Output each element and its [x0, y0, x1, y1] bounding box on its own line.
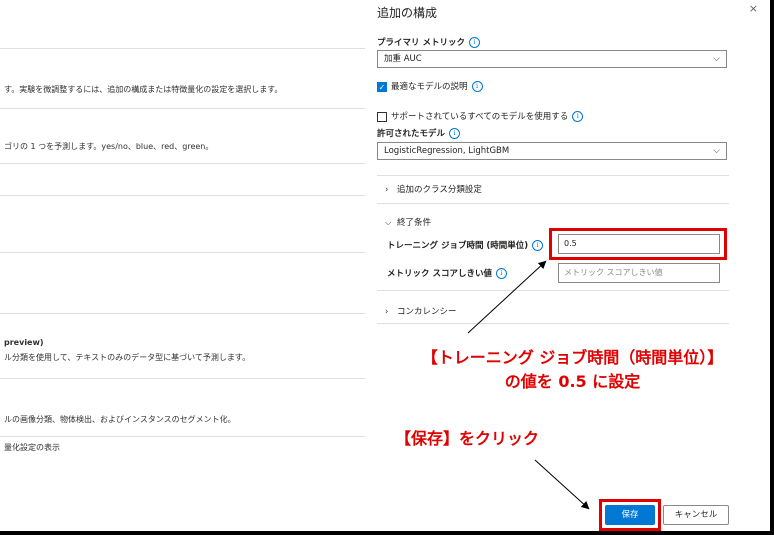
annotation-save-instruction: 【保存】をクリック — [395, 429, 540, 448]
annotation-arrows — [467, 260, 590, 510]
annotation-instruction-line2: の値を 0.5 に設定 — [504, 372, 641, 391]
arrow-to-training-time — [467, 260, 547, 334]
arrow-to-save — [534, 459, 590, 510]
screenshot-frame: す。実験を微調整するには、追加の構成または特徴量化の設定を選択します。 ゴリの … — [0, 0, 770, 531]
annotation-instruction-line1: 【トレーニング ジョブ時間（時間単位）】 — [421, 348, 724, 367]
